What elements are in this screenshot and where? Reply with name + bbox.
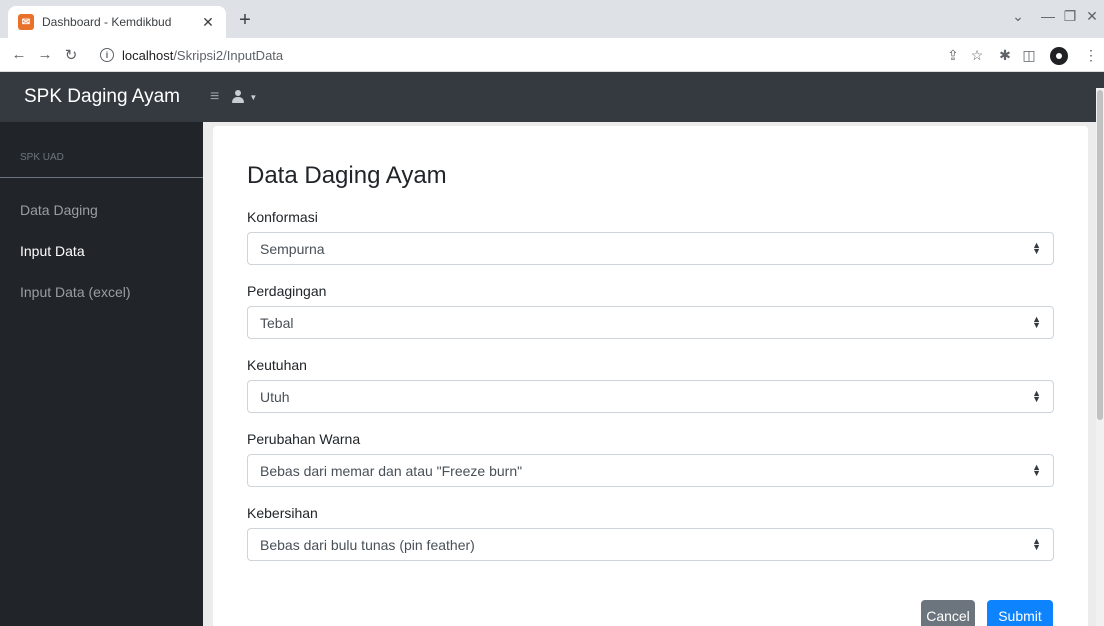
sidebar-heading: SPK UAD [0, 122, 203, 178]
perdagingan-value: Tebal [260, 314, 294, 331]
select-arrow-icon: ▲ ▼ [1032, 240, 1041, 256]
cancel-button[interactable]: Cancel [921, 600, 975, 626]
hamburger-icon[interactable]: ≡ [210, 88, 219, 106]
chevron-down-icon[interactable]: ▼ [249, 93, 257, 102]
keutuhan-value: Utuh [260, 388, 290, 405]
perubahan-warna-label: Perubahan Warna [247, 431, 361, 447]
profile-icon[interactable] [1050, 47, 1068, 65]
browser-tab-strip: ✉ Dashboard - Kemdikbud ✕ + ⌄ — ❐ ✕ [0, 0, 1104, 38]
browser-toolbar: ← → ↻ i localhost /Skripsi2/InputData ⇪ … [0, 38, 1104, 72]
url-host: localhost [122, 47, 174, 63]
new-tab-icon[interactable]: + [234, 10, 256, 30]
perubahan-warna-value: Bebas dari memar dan atau "Freeze burn" [260, 462, 523, 479]
sidebar-item-input-data-excel[interactable]: Input Data (excel) [20, 284, 131, 300]
menu-icon[interactable]: ⋮ [1082, 47, 1100, 64]
info-icon[interactable]: i [100, 48, 114, 62]
browser-tab[interactable]: ✉ Dashboard - Kemdikbud ✕ [8, 6, 226, 38]
page-scrollbar-thumb[interactable] [1097, 90, 1103, 420]
sidebar-item-input-data[interactable]: Input Data [20, 243, 85, 259]
select-arrow-icon: ▲ ▼ [1032, 536, 1041, 552]
minimize-icon[interactable]: — [1038, 8, 1058, 24]
share-icon[interactable]: ⇪ [944, 47, 962, 64]
kebersihan-select[interactable]: Bebas dari bulu tunas (pin feather) ▲ ▼ [247, 528, 1054, 561]
select-arrow-icon: ▲ ▼ [1032, 462, 1041, 478]
restore-icon[interactable]: ❐ [1060, 8, 1080, 25]
address-bar[interactable]: i localhost /Skripsi2/InputData [100, 42, 930, 68]
extensions-icon[interactable]: ✱ [996, 47, 1014, 64]
konformasi-select[interactable]: Sempurna ▲ ▼ [247, 232, 1054, 265]
main-content: Data Daging Ayam Konformasi Sempurna ▲ ▼ … [203, 122, 1104, 626]
close-window-icon[interactable]: ✕ [1082, 8, 1102, 25]
forward-icon[interactable]: → [36, 46, 54, 63]
page-title: Data Daging Ayam [247, 162, 447, 189]
tab-close-icon[interactable]: ✕ [200, 14, 216, 31]
perubahan-warna-select[interactable]: Bebas dari memar dan atau "Freeze burn" … [247, 454, 1054, 487]
reload-icon[interactable]: ↻ [62, 46, 80, 64]
perdagingan-select[interactable]: Tebal ▲ ▼ [247, 306, 1054, 339]
url-path: /Skripsi2/InputData [173, 47, 284, 63]
sidebar: SPK UAD Data Daging Input Data Input Dat… [0, 122, 203, 626]
back-icon[interactable]: ← [10, 46, 28, 63]
konformasi-label: Konformasi [247, 209, 318, 225]
keutuhan-label: Keutuhan [247, 357, 307, 373]
submit-button[interactable]: Submit [987, 600, 1053, 626]
select-arrow-icon: ▲ ▼ [1032, 388, 1041, 404]
tab-title: Dashboard - Kemdikbud [42, 15, 172, 29]
kebersihan-value: Bebas dari bulu tunas (pin feather) [260, 536, 475, 553]
tab-search-icon[interactable]: ⌄ [1008, 8, 1028, 25]
user-icon[interactable] [231, 90, 245, 104]
navbar-brand[interactable]: SPK Daging Ayam [0, 86, 206, 108]
perdagingan-label: Perdagingan [247, 283, 327, 299]
keutuhan-select[interactable]: Utuh ▲ ▼ [247, 380, 1054, 413]
kebersihan-label: Kebersihan [247, 505, 318, 521]
star-icon[interactable]: ☆ [968, 47, 986, 64]
form-card: Data Daging Ayam Konformasi Sempurna ▲ ▼ … [213, 126, 1088, 626]
top-navbar: SPK Daging Ayam ≡ ▼ [0, 72, 1104, 122]
favicon-icon: ✉ [18, 14, 34, 30]
konformasi-value: Sempurna [260, 240, 325, 257]
sidebar-item-data-daging[interactable]: Data Daging [20, 202, 98, 218]
sidepanel-icon[interactable]: ◫ [1020, 47, 1038, 64]
select-arrow-icon: ▲ ▼ [1032, 314, 1041, 330]
